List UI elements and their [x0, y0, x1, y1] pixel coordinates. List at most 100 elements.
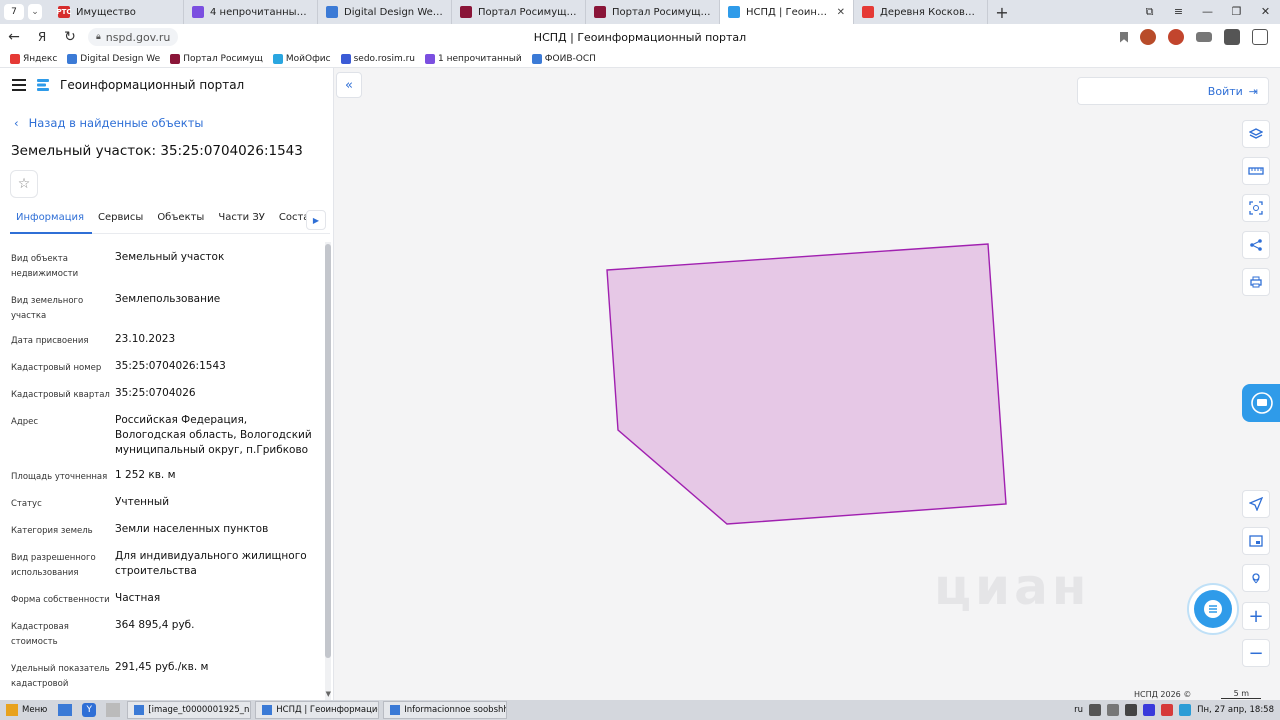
tab-counter[interactable]: 7	[4, 4, 24, 20]
panel-tab[interactable]: Информация	[10, 208, 93, 234]
zoom-out-button[interactable]: −	[1242, 639, 1270, 667]
tab-close-icon[interactable]: ✕	[837, 7, 845, 18]
volume-icon[interactable]	[1125, 704, 1138, 716]
tab-list-chevron-icon[interactable]: ⌄	[28, 4, 42, 20]
collapse-panel-button[interactable]: «	[336, 72, 362, 98]
taskbar-task[interactable]: НСПД | Геоинформацио...	[255, 701, 380, 719]
new-tab-button[interactable]: +	[988, 3, 1016, 22]
favorite-star-button[interactable]: ☆	[10, 170, 38, 198]
minimap-button[interactable]	[1242, 527, 1270, 555]
tray-app-icon-1[interactable]	[1143, 704, 1156, 716]
reload-icon[interactable]: ↻	[56, 29, 84, 45]
bookmark-item[interactable]: sedo.rosim.ru	[340, 53, 415, 64]
property-row: Кадастровый квартал 35:25:0704026	[0, 386, 322, 403]
extension-icon-2[interactable]	[1168, 29, 1184, 45]
browser-tab[interactable]: НСПД | Геоинформаци ✕	[720, 0, 854, 24]
hamburger-menu-icon[interactable]	[12, 79, 26, 91]
extension-icon-4[interactable]	[1224, 29, 1240, 45]
login-icon: ⇥	[1248, 84, 1258, 98]
zoom-in-button[interactable]: +	[1242, 602, 1270, 630]
browser-tab[interactable]: Digital Design Web Client	[318, 0, 452, 24]
map-canvas[interactable]	[334, 68, 1280, 700]
bookmark-item[interactable]: Digital Design We	[67, 53, 160, 64]
address-bar: ← Я ↻ 🔒︎ nspd.gov.ru НСПД | Геоинформаци…	[0, 24, 1280, 50]
property-row: Удельный показатель кадастровой 291,45 ру…	[0, 660, 322, 692]
tabs-panel-icon[interactable]: ⧉	[1135, 5, 1164, 19]
browser-launcher-icon[interactable]: Y	[79, 702, 99, 718]
system-clock[interactable]: Пн, 27 апр, 18:58	[1197, 705, 1274, 715]
bookmark-item[interactable]: Яндекс	[10, 53, 57, 64]
panel-header: Геоинформационный портал	[0, 68, 333, 102]
tabs-scroll-right-icon[interactable]: ▶	[306, 210, 326, 230]
start-menu-button[interactable]: Меню	[0, 700, 53, 720]
area-select-icon	[1249, 201, 1263, 215]
property-row: Вид объекта недвижимости Земельный участо…	[0, 250, 322, 282]
location-button[interactable]	[1242, 564, 1270, 592]
property-value: Учтенный	[115, 496, 170, 508]
measure-button[interactable]	[1242, 157, 1270, 185]
bookmark-item[interactable]: ФОИВ-ОСП	[531, 53, 596, 64]
scrollbar-thumb[interactable]	[325, 244, 331, 658]
info-panel: Геоинформационный портал ‹ Назад в найде…	[0, 68, 334, 700]
bookmark-label: Портал Росимущ	[183, 53, 263, 64]
select-area-button[interactable]	[1242, 194, 1270, 222]
yandex-icon[interactable]: Я	[28, 30, 56, 44]
panel-tab[interactable]: Части ЗУ	[212, 208, 273, 234]
tab-favicon-icon: РТС	[56, 6, 72, 18]
bookmark-icon[interactable]	[1120, 31, 1128, 43]
task-label: НСПД | Геоинформацио...	[276, 705, 380, 715]
properties-list: Вид объекта недвижимости Земельный участо…	[0, 244, 322, 700]
property-value: 23.10.2023	[115, 333, 176, 345]
url-field[interactable]: 🔒︎ nspd.gov.ru	[88, 28, 179, 46]
chat-fab-button[interactable]	[1187, 583, 1239, 635]
map-view[interactable]: циан « Войти ⇥ + − НСПД 2026 © 5 m	[334, 68, 1280, 700]
url-text: nspd.gov.ru	[105, 30, 171, 44]
restore-icon[interactable]: ❐	[1222, 5, 1251, 19]
extension-icon-3[interactable]	[1196, 32, 1212, 42]
browser-tab[interactable]: РТС Имущество	[50, 0, 184, 24]
taskbar-task[interactable]: Informacionnoe soobshhe...	[383, 701, 508, 719]
back-to-results-link[interactable]: ‹ Назад в найденные объекты	[14, 116, 203, 130]
panel-scrollbar[interactable]	[325, 242, 331, 700]
bookmark-item[interactable]: Портал Росимущ	[170, 53, 263, 64]
taskbar-task[interactable]: [image_t0000001925_n8.p...	[127, 701, 252, 719]
login-button[interactable]: Войти ⇥	[1077, 77, 1269, 105]
panel-tab[interactable]: Объекты	[151, 208, 212, 234]
panel-tab[interactable]: Сервисы	[92, 208, 151, 234]
clipboard-icon[interactable]	[1107, 704, 1120, 716]
menu-icon[interactable]: ≡	[1164, 5, 1193, 19]
minimap-icon	[1249, 535, 1263, 547]
plus-icon: +	[1248, 605, 1264, 627]
bookmark-item[interactable]: 1 непрочитанный	[424, 53, 522, 64]
land-parcel-polygon[interactable]	[606, 243, 1007, 525]
tray-app-icon-2[interactable]	[1161, 704, 1174, 716]
geolocate-button[interactable]	[1242, 490, 1270, 518]
ruler-icon	[1248, 167, 1264, 175]
property-row: Категория земель Земли населенных пунктов	[0, 522, 322, 539]
scroll-down-arrow-icon[interactable]: ▼	[326, 690, 331, 698]
downloads-icon[interactable]	[1252, 29, 1268, 45]
share-button[interactable]	[1242, 231, 1270, 259]
start-menu-label: Меню	[22, 705, 48, 715]
close-window-icon[interactable]: ✕	[1251, 5, 1280, 19]
back-arrow-icon[interactable]: ←	[0, 29, 28, 45]
browser-tab[interactable]: Деревня Косково (Марко	[854, 0, 988, 24]
minimize-icon[interactable]: —	[1193, 5, 1222, 19]
chevron-left-icon: ‹	[14, 116, 19, 130]
task-label: Informacionnoe soobshhe...	[404, 705, 506, 715]
quick-launch-icon[interactable]	[103, 702, 123, 718]
browser-tab[interactable]: 4 непрочитанных чата	[184, 0, 318, 24]
bookmark-item[interactable]: МойОфис	[272, 53, 331, 64]
file-manager-icon[interactable]	[55, 702, 75, 718]
support-chat-tab[interactable]	[1242, 384, 1280, 422]
keyboard-layout[interactable]: ru	[1074, 705, 1083, 715]
print-button[interactable]	[1242, 268, 1270, 296]
extension-icons	[1120, 29, 1280, 45]
extension-icon-1[interactable]	[1140, 29, 1156, 45]
property-value: Для индивидуального жилищного строительс…	[115, 550, 307, 577]
layers-button[interactable]	[1242, 120, 1270, 148]
browser-tab[interactable]: Портал Росимущества	[452, 0, 586, 24]
network-icon[interactable]	[1089, 704, 1102, 716]
browser-tab[interactable]: Портал Росимущества	[586, 0, 720, 24]
tray-app-icon-3[interactable]	[1179, 704, 1192, 716]
